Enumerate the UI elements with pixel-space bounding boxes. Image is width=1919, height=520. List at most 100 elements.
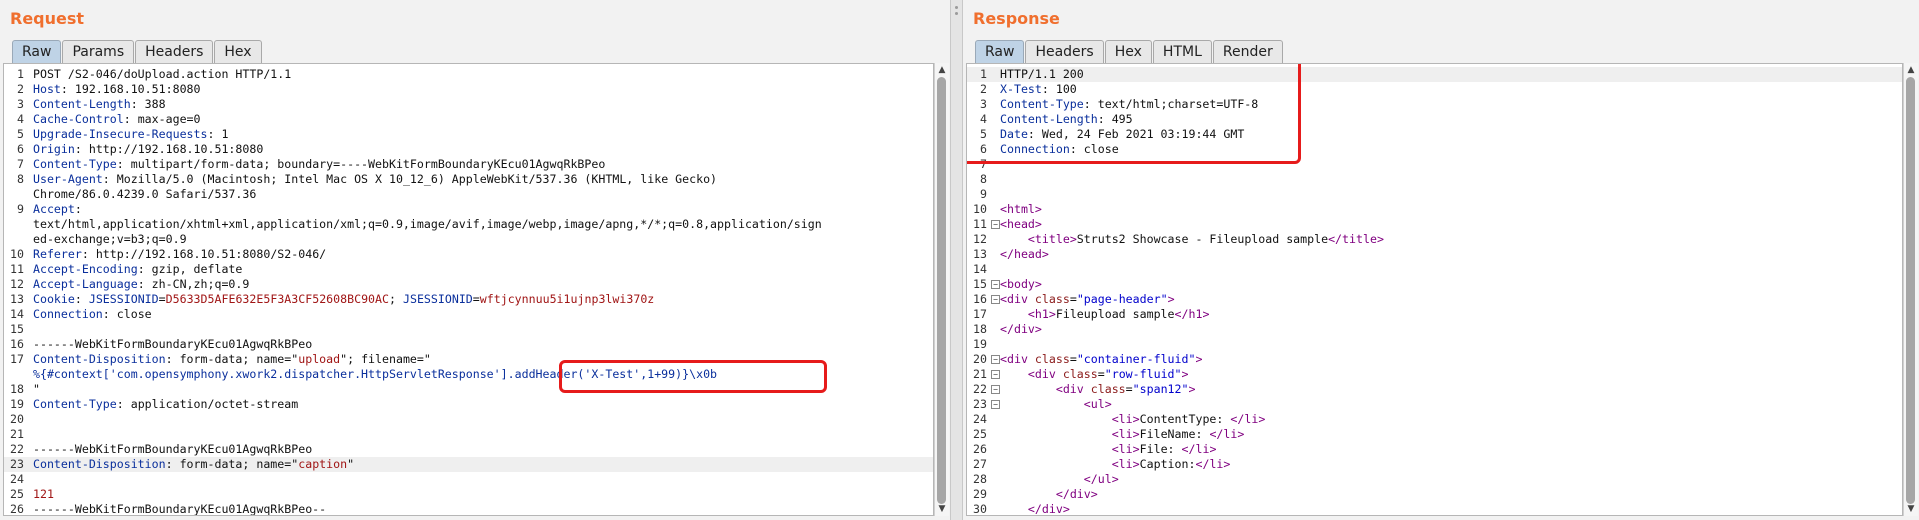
fold-toggle-icon[interactable]: − (991, 280, 1000, 289)
code-token: div (1006, 352, 1028, 366)
request-tab-params[interactable]: Params (62, 40, 135, 63)
code-line: 13 Cookie: JSESSIONID=D5633D5AFE632E5F3A… (4, 292, 933, 307)
code-token: </ (1230, 412, 1245, 426)
line-number: 7 (17, 157, 24, 171)
scroll-down-icon[interactable]: ▼ (935, 503, 949, 515)
code-token: Caption: (1139, 457, 1196, 471)
code-token: : 192.168.10.51:8080 (60, 82, 201, 96)
code-token: JSESSIONID (402, 292, 473, 306)
request-tab-hex[interactable]: Hex (214, 40, 262, 63)
scroll-down-icon[interactable]: ▼ (1904, 503, 1918, 515)
code-line: 11 Accept-Encoding: gzip, deflate (4, 262, 933, 277)
code-token: "row-fluid" (1104, 367, 1182, 381)
fold-toggle-icon[interactable]: − (991, 370, 1000, 379)
code-token: > (1048, 307, 1056, 321)
code-token: : 1 (207, 127, 229, 141)
response-scrollbar[interactable]: ▲ ▼ (1903, 63, 1918, 516)
fold-toggle-icon[interactable]: − (991, 355, 1000, 364)
code-token: class (1062, 367, 1098, 381)
scroll-thumb[interactable] (1906, 77, 1915, 504)
code-line: 23 Content-Disposition: form-data; name=… (4, 457, 933, 472)
code-token: : multipart/form-data; boundary=----WebK… (116, 157, 606, 171)
response-tab-raw[interactable]: Raw (975, 40, 1025, 63)
code-line: 4 Cache-Control: max-age=0 (4, 112, 933, 127)
code-token: text/html,application/xhtml+xml,applicat… (32, 217, 822, 231)
code-token: : zh-CN,zh;q=0.9 (137, 277, 250, 291)
code-line: 21 (4, 427, 933, 442)
code-token: h1 (1188, 307, 1203, 321)
line-number: 5 (17, 127, 24, 141)
fold-toggle-icon[interactable]: − (991, 220, 1000, 229)
line-number: 17 (10, 352, 24, 366)
code-token: Accept-Encoding (32, 262, 138, 276)
line-number: 9 (980, 187, 987, 201)
code-token: Content-Disposition (32, 352, 166, 366)
request-editor[interactable]: 1 POST /S2-046/doUpload.action HTTP/1.1 2… (3, 63, 934, 516)
code-token: > (1181, 367, 1189, 381)
code-token: li (1118, 427, 1133, 441)
code-token: > (1034, 202, 1042, 216)
response-title: Response (973, 9, 1060, 28)
line-number: 28 (973, 472, 987, 486)
response-tab-html[interactable]: HTML (1152, 40, 1212, 63)
line-number: 11 (10, 262, 24, 276)
scroll-thumb[interactable] (937, 77, 946, 504)
code-line: 9 Accept: (4, 202, 933, 217)
response-tab-hex[interactable]: Hex (1104, 40, 1152, 63)
code-token: li (1195, 442, 1210, 456)
code-line: 26 <li>File: </li> (967, 442, 1902, 457)
line-number: 22 (10, 442, 24, 456)
line-number: 25 (10, 487, 24, 501)
request-tab-headers[interactable]: Headers (135, 40, 214, 63)
response-tab-headers[interactable]: Headers (1025, 40, 1104, 63)
fold-toggle-icon[interactable]: − (991, 385, 1000, 394)
code-token: li (1118, 442, 1133, 456)
line-number: 23 (10, 457, 24, 471)
split-divider[interactable] (950, 0, 963, 520)
fold-toggle-icon[interactable]: − (991, 400, 1000, 409)
code-token: : (74, 292, 89, 306)
line-number: 18 (10, 382, 24, 396)
response-tab-render[interactable]: Render (1212, 40, 1283, 63)
code-token: < (1000, 202, 1007, 216)
code-token: title (1342, 232, 1377, 246)
code-token: > (1069, 232, 1077, 246)
code-token: Content-Type (32, 397, 117, 411)
request-tab-raw[interactable]: Raw (12, 40, 62, 63)
code-token: " (347, 457, 355, 471)
line-number: 18 (973, 322, 987, 336)
response-editor[interactable]: 1 HTTP/1.1 200 2 X-Test: 100 3 Content-Type: … (966, 63, 1903, 516)
request-tabs: Raw Params Headers Hex (12, 40, 263, 63)
response-pane: Response Raw Headers Hex HTML Render 1 HT… (963, 0, 1919, 520)
code-token: </ (1000, 322, 1014, 336)
code-token: > (1209, 442, 1217, 456)
scroll-up-icon[interactable]: ▲ (935, 64, 949, 76)
code-token: li (1244, 412, 1259, 426)
code-token: = (1097, 367, 1105, 381)
code-token: ul (1090, 397, 1105, 411)
code-token: Host (32, 82, 61, 96)
code-token: > (1202, 307, 1210, 321)
line-number: 23 (973, 397, 987, 411)
code-token: > (1132, 457, 1140, 471)
line-number: 12 (973, 232, 987, 246)
line-number: 4 (17, 112, 24, 126)
code-token: > (1223, 457, 1231, 471)
code-token: = (472, 292, 480, 306)
code-line: text/html,application/xhtml+xml,applicat… (4, 217, 933, 232)
request-scrollbar[interactable]: ▲ ▼ (934, 63, 949, 516)
code-token: wftjcynnuu5i1ujnp3lwi370z (479, 292, 655, 306)
code-token: < (1055, 382, 1063, 396)
code-token: = (1125, 382, 1133, 396)
scroll-up-icon[interactable]: ▲ (1904, 64, 1918, 76)
code-line: 19 (967, 337, 1902, 352)
code-line: 15 (4, 322, 933, 337)
code-token: > (1132, 442, 1140, 456)
code-token: < (1027, 307, 1035, 321)
fold-toggle-icon[interactable]: − (991, 295, 1000, 304)
